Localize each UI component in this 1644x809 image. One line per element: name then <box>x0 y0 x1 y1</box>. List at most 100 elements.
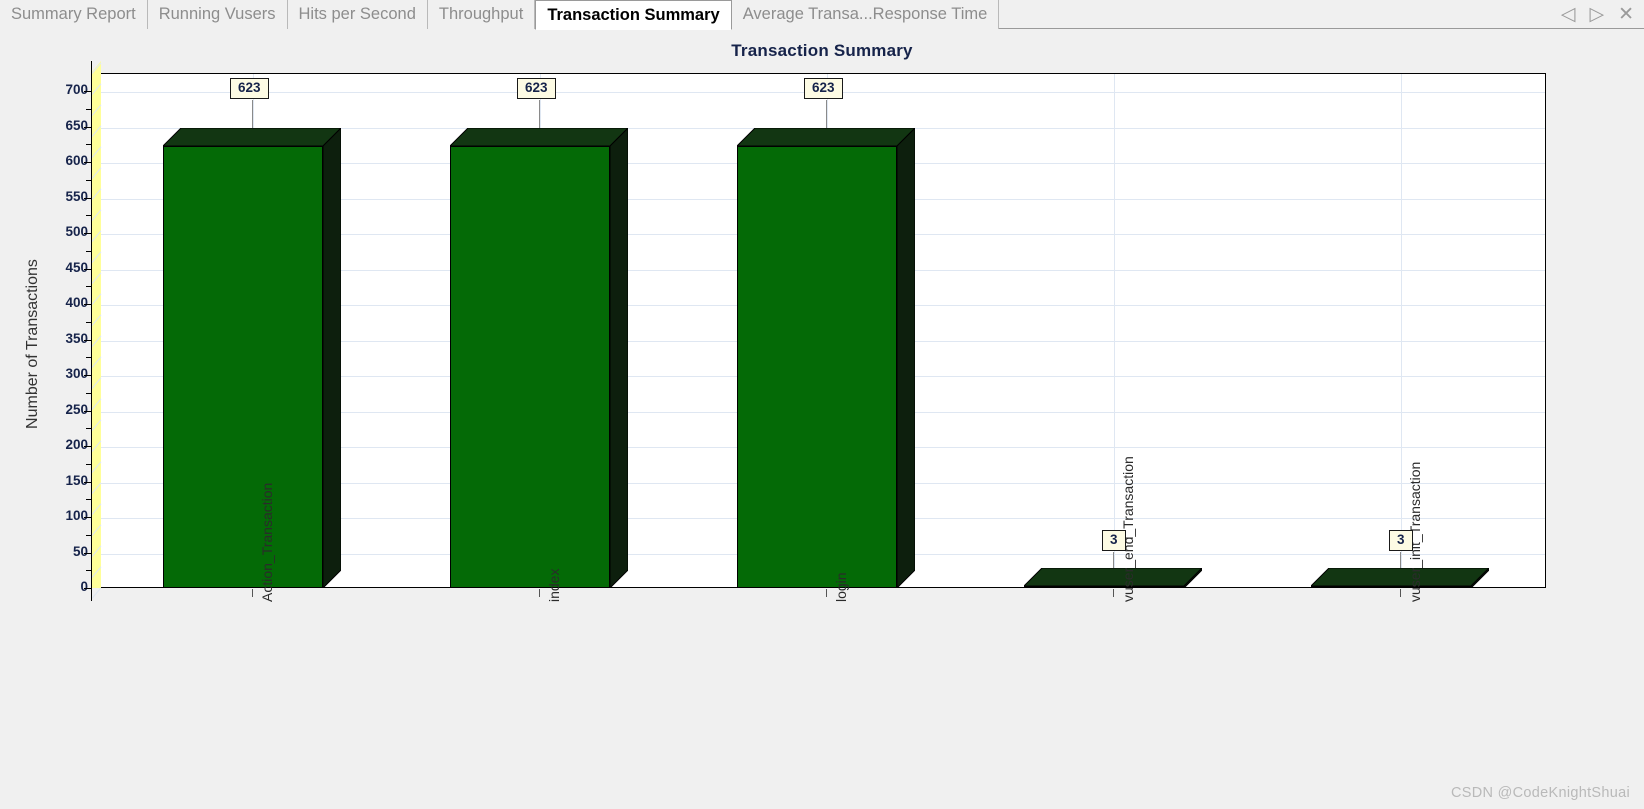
y-axis-title: Number of Transactions <box>24 259 41 429</box>
wall-stripe <box>91 482 102 494</box>
scroll-left-icon[interactable]: ◁ <box>1561 5 1576 24</box>
bar[interactable] <box>735 126 917 590</box>
y-axis-tick-mark <box>84 197 91 199</box>
wall-stripe <box>91 272 102 284</box>
close-icon[interactable]: ✕ <box>1618 5 1634 24</box>
x-axis-category-label: Action_Transaction <box>259 482 275 602</box>
y-axis-tick-label: 400 <box>65 295 88 310</box>
bar-front-face <box>163 146 323 588</box>
y-axis-tick-label: 450 <box>65 259 88 275</box>
y-axis-minor-tick <box>86 534 91 536</box>
y-axis-minor-tick <box>86 108 91 110</box>
y-axis-tick-label: 100 <box>65 508 88 523</box>
x-axis-category-label: index <box>546 568 562 602</box>
y-axis-tick-mark <box>84 481 91 483</box>
x-axis-tick-mark <box>1113 589 1114 597</box>
tab-throughput[interactable]: Throughput <box>427 0 536 29</box>
y-axis-tick-mark <box>84 91 91 92</box>
y-axis-tick-mark <box>84 588 91 589</box>
vertical-gridline <box>1401 74 1402 587</box>
y-axis-minor-tick <box>86 144 91 146</box>
wall-stripe <box>91 314 102 326</box>
y-axis-tick-label: 700 <box>65 82 88 97</box>
bar-top-face <box>1022 567 1204 587</box>
tab-bar: Summary Report Running Vusers Hits per Sec… <box>0 0 1644 30</box>
data-label-leader <box>826 100 827 128</box>
y-axis-tick-label: 0 <box>80 579 88 594</box>
y-axis-tick-label: 50 <box>72 543 88 559</box>
data-label-leader <box>539 100 540 128</box>
y-axis-tick-mark <box>84 126 91 128</box>
x-axis-category-label: login <box>833 572 849 602</box>
bar-side-face <box>1470 566 1490 590</box>
y-axis-tick-label: 150 <box>65 472 88 488</box>
vertical-gridline <box>1114 74 1115 587</box>
bar-data-label: 623 <box>517 78 556 99</box>
scroll-right-icon[interactable]: ▷ <box>1589 5 1604 24</box>
bar[interactable] <box>1022 566 1204 590</box>
wall-stripe <box>91 566 102 578</box>
y-axis-minor-tick <box>86 250 91 252</box>
tab-average-transa-response-time[interactable]: Average Transa...Response Time <box>731 0 1000 29</box>
wall-stripe <box>91 230 102 242</box>
wall-stripe <box>91 293 102 305</box>
data-label-leader <box>1113 552 1114 568</box>
y-axis-tick-mark <box>84 410 91 412</box>
bar-data-label: 3 <box>1102 530 1126 551</box>
y-axis-tick-label: 550 <box>65 188 88 204</box>
y-axis-minor-tick <box>86 463 91 465</box>
tab-transaction-summary[interactable]: Transaction Summary <box>535 0 732 30</box>
y-axis-minor-tick <box>86 286 91 288</box>
tab-controls: ◁ ▷ ✕ <box>1561 0 1634 29</box>
wall-stripe <box>91 335 102 347</box>
wall-stripe <box>91 104 102 116</box>
wall-stripe <box>91 419 102 431</box>
y-axis-minor-tick <box>86 179 91 181</box>
wall-stripe <box>91 188 102 200</box>
chart-panel: Transaction Summary Number of Transactio… <box>0 30 1644 809</box>
y-axis-tick-mark <box>84 375 91 376</box>
y-axis-tick-mark <box>84 233 91 234</box>
y-axis-minor-tick <box>86 215 91 217</box>
wall-stripe <box>91 83 102 95</box>
bar-data-label: 3 <box>1389 530 1413 551</box>
y-axis-minor-tick <box>86 428 91 430</box>
y-axis-minor-tick <box>86 570 91 572</box>
tab-running-vusers[interactable]: Running Vusers <box>147 0 288 29</box>
watermark: CSDN @CodeKnightShuai <box>1451 785 1630 801</box>
bar-top-face <box>735 127 917 147</box>
bar-front-face <box>1024 586 1184 588</box>
y-axis-tick-label: 500 <box>65 224 88 239</box>
bar[interactable] <box>161 126 343 590</box>
bar[interactable] <box>1309 566 1491 590</box>
bar-top-face <box>1309 567 1491 587</box>
tab-list: Summary Report Running Vusers Hits per Sec… <box>0 0 1000 30</box>
bar-data-label: 623 <box>804 78 843 99</box>
y-axis-tick-label: 600 <box>65 153 88 168</box>
y-axis-tick-label: 350 <box>65 330 88 346</box>
y-axis-minor-tick <box>86 392 91 394</box>
y-axis-tick-mark <box>84 268 91 270</box>
data-label-leader <box>1400 552 1401 568</box>
y-axis-minor-tick <box>86 321 91 323</box>
chart-title: Transaction Summary <box>731 41 913 60</box>
y-axis-tick-label: 650 <box>65 117 88 133</box>
y-axis-tick-mark <box>84 517 91 518</box>
y-axis-tick-label: 300 <box>65 366 88 381</box>
wall-stripe <box>91 125 102 137</box>
bar-side-face <box>896 126 916 590</box>
y-axis-tick-label: 250 <box>65 401 88 417</box>
bar[interactable] <box>448 126 630 590</box>
wall-stripe <box>91 398 102 410</box>
x-axis-tick-mark <box>252 589 253 597</box>
y-axis-tick-mark <box>84 446 91 447</box>
y-axis-line <box>91 61 92 601</box>
axis-wall <box>91 62 102 599</box>
wall-stripe <box>91 209 102 221</box>
tab-summary-report[interactable]: Summary Report <box>0 0 148 29</box>
wall-stripe <box>91 545 102 557</box>
bar-side-face <box>609 126 629 590</box>
wall-stripe <box>91 356 102 368</box>
tab-hits-per-second[interactable]: Hits per Second <box>287 0 428 29</box>
y-axis-minor-tick <box>86 357 91 359</box>
